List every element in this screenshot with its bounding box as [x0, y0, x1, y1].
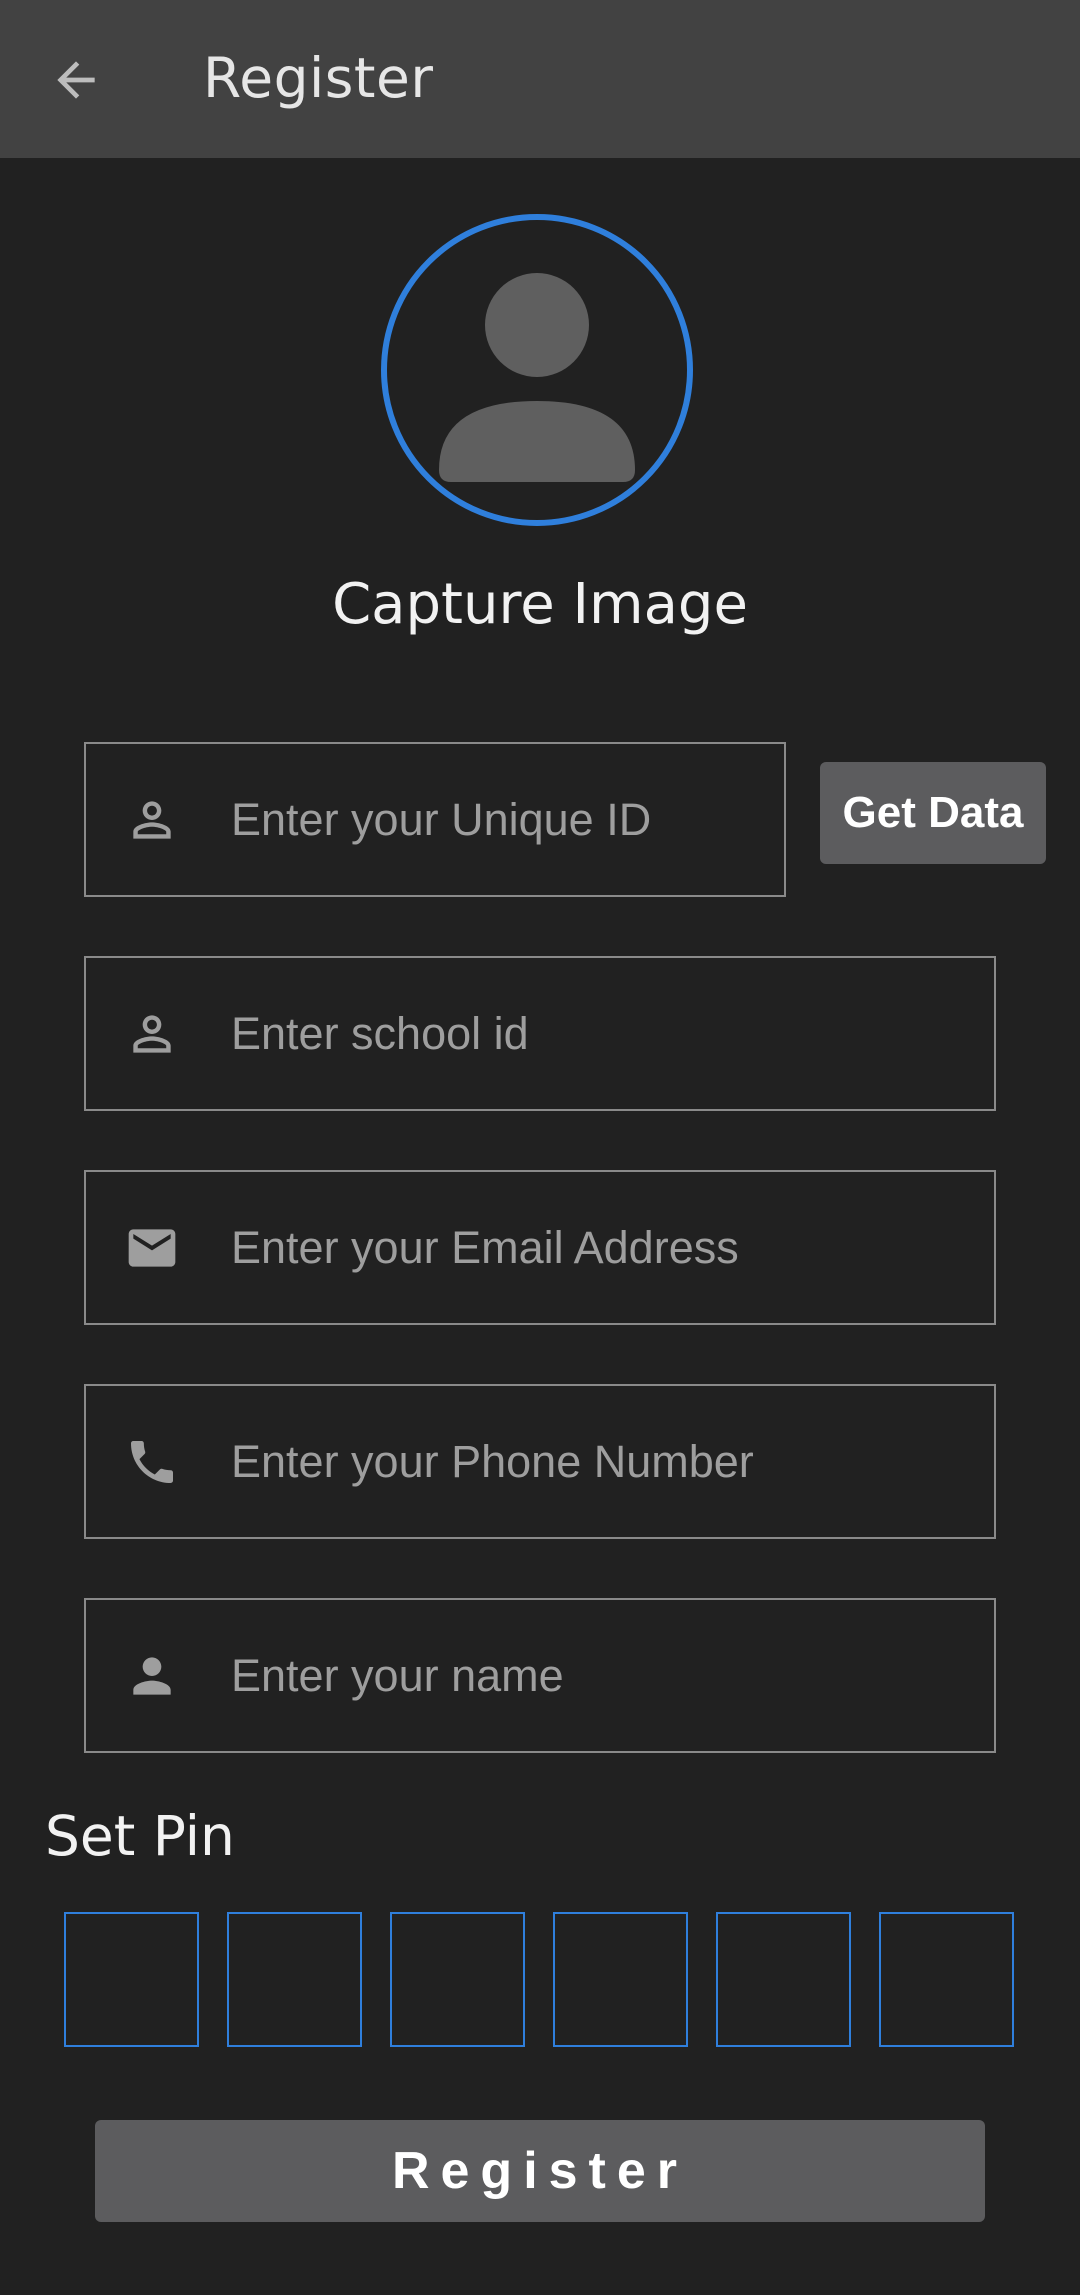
name-input[interactable]: [231, 1600, 969, 1751]
email-field[interactable]: [84, 1170, 996, 1325]
person-filled-icon: [124, 1648, 180, 1704]
school-id-field[interactable]: [84, 956, 996, 1111]
app-bar: Register: [0, 0, 1080, 158]
capture-image-avatar[interactable]: [381, 214, 693, 526]
person-outline-icon: [124, 792, 180, 848]
pin-digit-5[interactable]: [716, 1912, 851, 2047]
person-outline-icon: [124, 1006, 180, 1062]
page-title: Register: [203, 46, 434, 110]
unique-id-input[interactable]: [231, 744, 759, 895]
email-input[interactable]: [231, 1172, 969, 1323]
pin-digit-6[interactable]: [879, 1912, 1014, 2047]
name-field[interactable]: [84, 1598, 996, 1753]
phone-field[interactable]: [84, 1384, 996, 1539]
unique-id-field[interactable]: [84, 742, 786, 897]
phone-icon: [124, 1434, 180, 1490]
pin-digit-3[interactable]: [390, 1912, 525, 2047]
pin-digit-2[interactable]: [227, 1912, 362, 2047]
phone-input[interactable]: [231, 1386, 969, 1537]
register-button[interactable]: Register: [95, 2120, 985, 2222]
school-id-input[interactable]: [231, 958, 969, 1109]
pin-digit-1[interactable]: [64, 1912, 199, 2047]
pin-digit-4[interactable]: [553, 1912, 688, 2047]
set-pin-label: Set Pin: [45, 1804, 235, 1868]
get-data-button[interactable]: Get Data: [820, 762, 1046, 864]
capture-image-label: Capture Image: [332, 572, 748, 637]
back-button[interactable]: [36, 40, 116, 120]
mail-icon: [124, 1220, 180, 1276]
person-placeholder-icon: [439, 273, 635, 482]
arrow-left-icon: [57, 61, 95, 99]
